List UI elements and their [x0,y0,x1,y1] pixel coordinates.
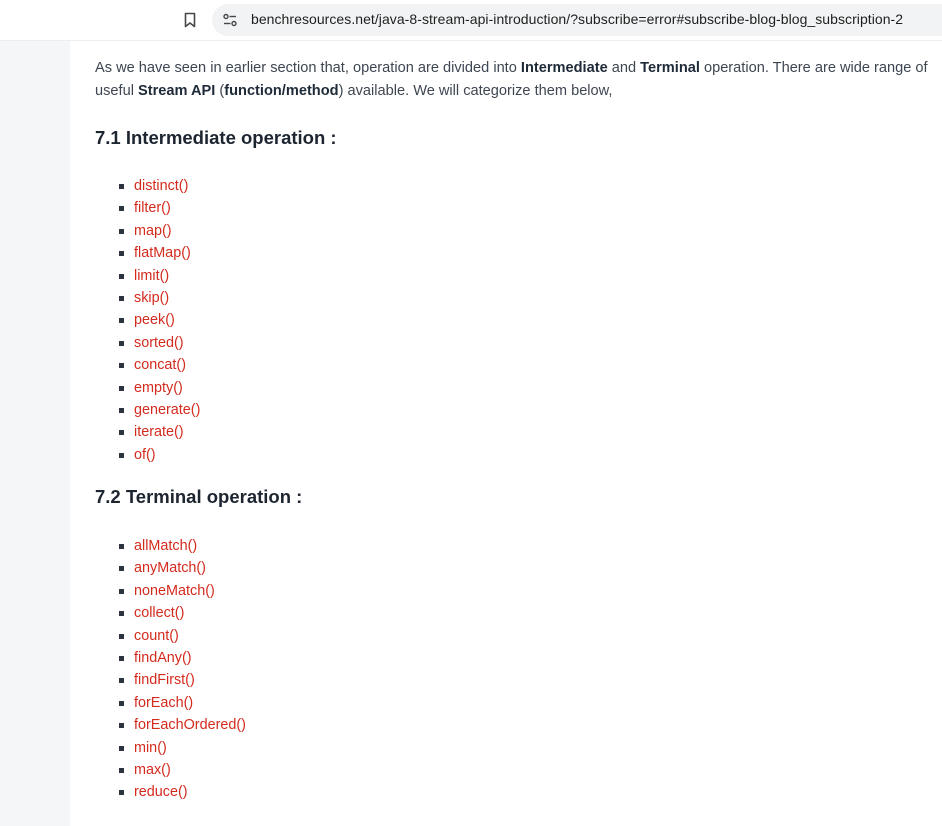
address-bar[interactable]: benchresources.net/java-8-stream-api-int… [212,4,942,36]
list-item: distinct() [116,175,200,197]
bullet-icon [119,678,124,684]
bullet-icon [119,588,124,594]
list-item: concat() [116,354,200,376]
operation-link[interactable]: flatMap() [134,245,191,261]
site-settings-icon[interactable] [222,12,238,28]
operation-link[interactable]: min() [134,740,167,756]
operation-link[interactable]: forEach() [134,695,193,711]
list-item: allMatch() [116,535,246,557]
list-item: iterate() [116,421,200,443]
intro-text: and [607,60,641,76]
list-item: collect() [116,602,246,624]
list-item: flatMap() [116,242,200,264]
operation-link[interactable]: max() [134,762,171,778]
bullet-icon [119,340,124,346]
list-item: count() [116,625,246,647]
list-item: filter() [116,197,200,219]
intro-bold-stream-api: Stream API [138,83,216,99]
list-item: noneMatch() [116,580,246,602]
operation-link[interactable]: iterate() [134,424,184,440]
operation-link[interactable]: limit() [134,268,169,284]
operation-link[interactable]: collect() [134,605,184,621]
bullet-icon [119,385,124,391]
operation-link[interactable]: count() [134,628,179,644]
bullet-icon [119,723,124,729]
list-item: map() [116,220,200,242]
bullet-icon [119,295,124,301]
left-gutter [0,41,70,826]
operation-link[interactable]: reduce() [134,784,188,800]
intro-text: As we have seen in earlier section that,… [95,60,521,76]
bullet-icon [119,251,124,257]
list-item: min() [116,737,246,759]
bullet-icon [119,430,124,436]
intro-bold-intermediate: Intermediate [520,60,608,76]
intro-paragraph: As we have seen in earlier section that,… [95,57,935,103]
operation-link[interactable]: forEachOrdered() [134,717,246,733]
operation-link[interactable]: noneMatch() [134,583,215,599]
list-item: generate() [116,399,200,421]
bullet-icon [119,544,124,549]
bullet-icon [119,407,124,413]
bullet-icon [119,566,124,572]
operation-link[interactable]: allMatch() [134,538,197,554]
list-item: sorted() [116,332,200,354]
operation-link[interactable]: peek() [134,312,175,328]
list-item: limit() [116,265,200,287]
bullet-icon [119,206,124,212]
intro-text: ( [215,83,225,99]
operation-link[interactable]: of() [134,447,156,463]
bullet-icon [119,273,124,279]
list-item: reduce() [116,781,246,803]
list-item: skip() [116,287,200,309]
list-item: forEachOrdered() [116,714,246,736]
bullet-icon [119,228,124,234]
list-item: empty() [116,377,200,399]
operation-link[interactable]: skip() [134,290,169,306]
intro-text: ) available. We will categorize them bel… [338,83,613,99]
bullet-icon [119,767,124,773]
operation-link[interactable]: sorted() [134,335,184,351]
intro-bold-function-method: function/method [224,83,339,99]
list-item: findFirst() [116,669,246,691]
terminal-heading: 7.2 Terminal operation : [95,486,303,507]
intermediate-ops-list: distinct() filter() map() flatMap() limit() s… [116,175,200,466]
list-item: forEach() [116,692,246,714]
list-item: max() [116,759,246,781]
list-item: anyMatch() [116,557,246,579]
browser-toolbar: benchresources.net/java-8-stream-api-int… [0,0,942,41]
bullet-icon [119,318,124,324]
operation-link[interactable]: anyMatch() [134,560,206,576]
bullet-icon [119,363,124,369]
operation-link[interactable]: filter() [134,200,171,216]
bullet-icon [119,184,124,189]
bullet-icon [119,633,124,639]
operation-link[interactable]: empty() [134,380,183,396]
operation-link[interactable]: findAny() [134,650,192,666]
bullet-icon [119,745,124,751]
bullet-icon [119,452,124,458]
list-item: of() [116,444,200,466]
list-item: findAny() [116,647,246,669]
operation-link[interactable]: map() [134,223,172,239]
bullet-icon [119,790,124,796]
bookmark-icon[interactable] [181,11,199,29]
terminal-ops-list: allMatch() anyMatch() noneMatch() collect()… [116,535,246,804]
operation-link[interactable]: findFirst() [134,672,195,688]
list-item: peek() [116,309,200,331]
bullet-icon [119,700,124,706]
article-content: As we have seen in earlier section that,… [70,41,942,826]
intermediate-heading: 7.1 Intermediate operation : [95,127,337,148]
operation-link[interactable]: generate() [134,402,200,418]
operation-link[interactable]: concat() [134,357,186,373]
bullet-icon [119,655,124,661]
intro-bold-terminal: Terminal [640,60,700,76]
bullet-icon [119,611,124,617]
url-text[interactable]: benchresources.net/java-8-stream-api-int… [251,11,903,27]
operation-link[interactable]: distinct() [134,178,188,194]
